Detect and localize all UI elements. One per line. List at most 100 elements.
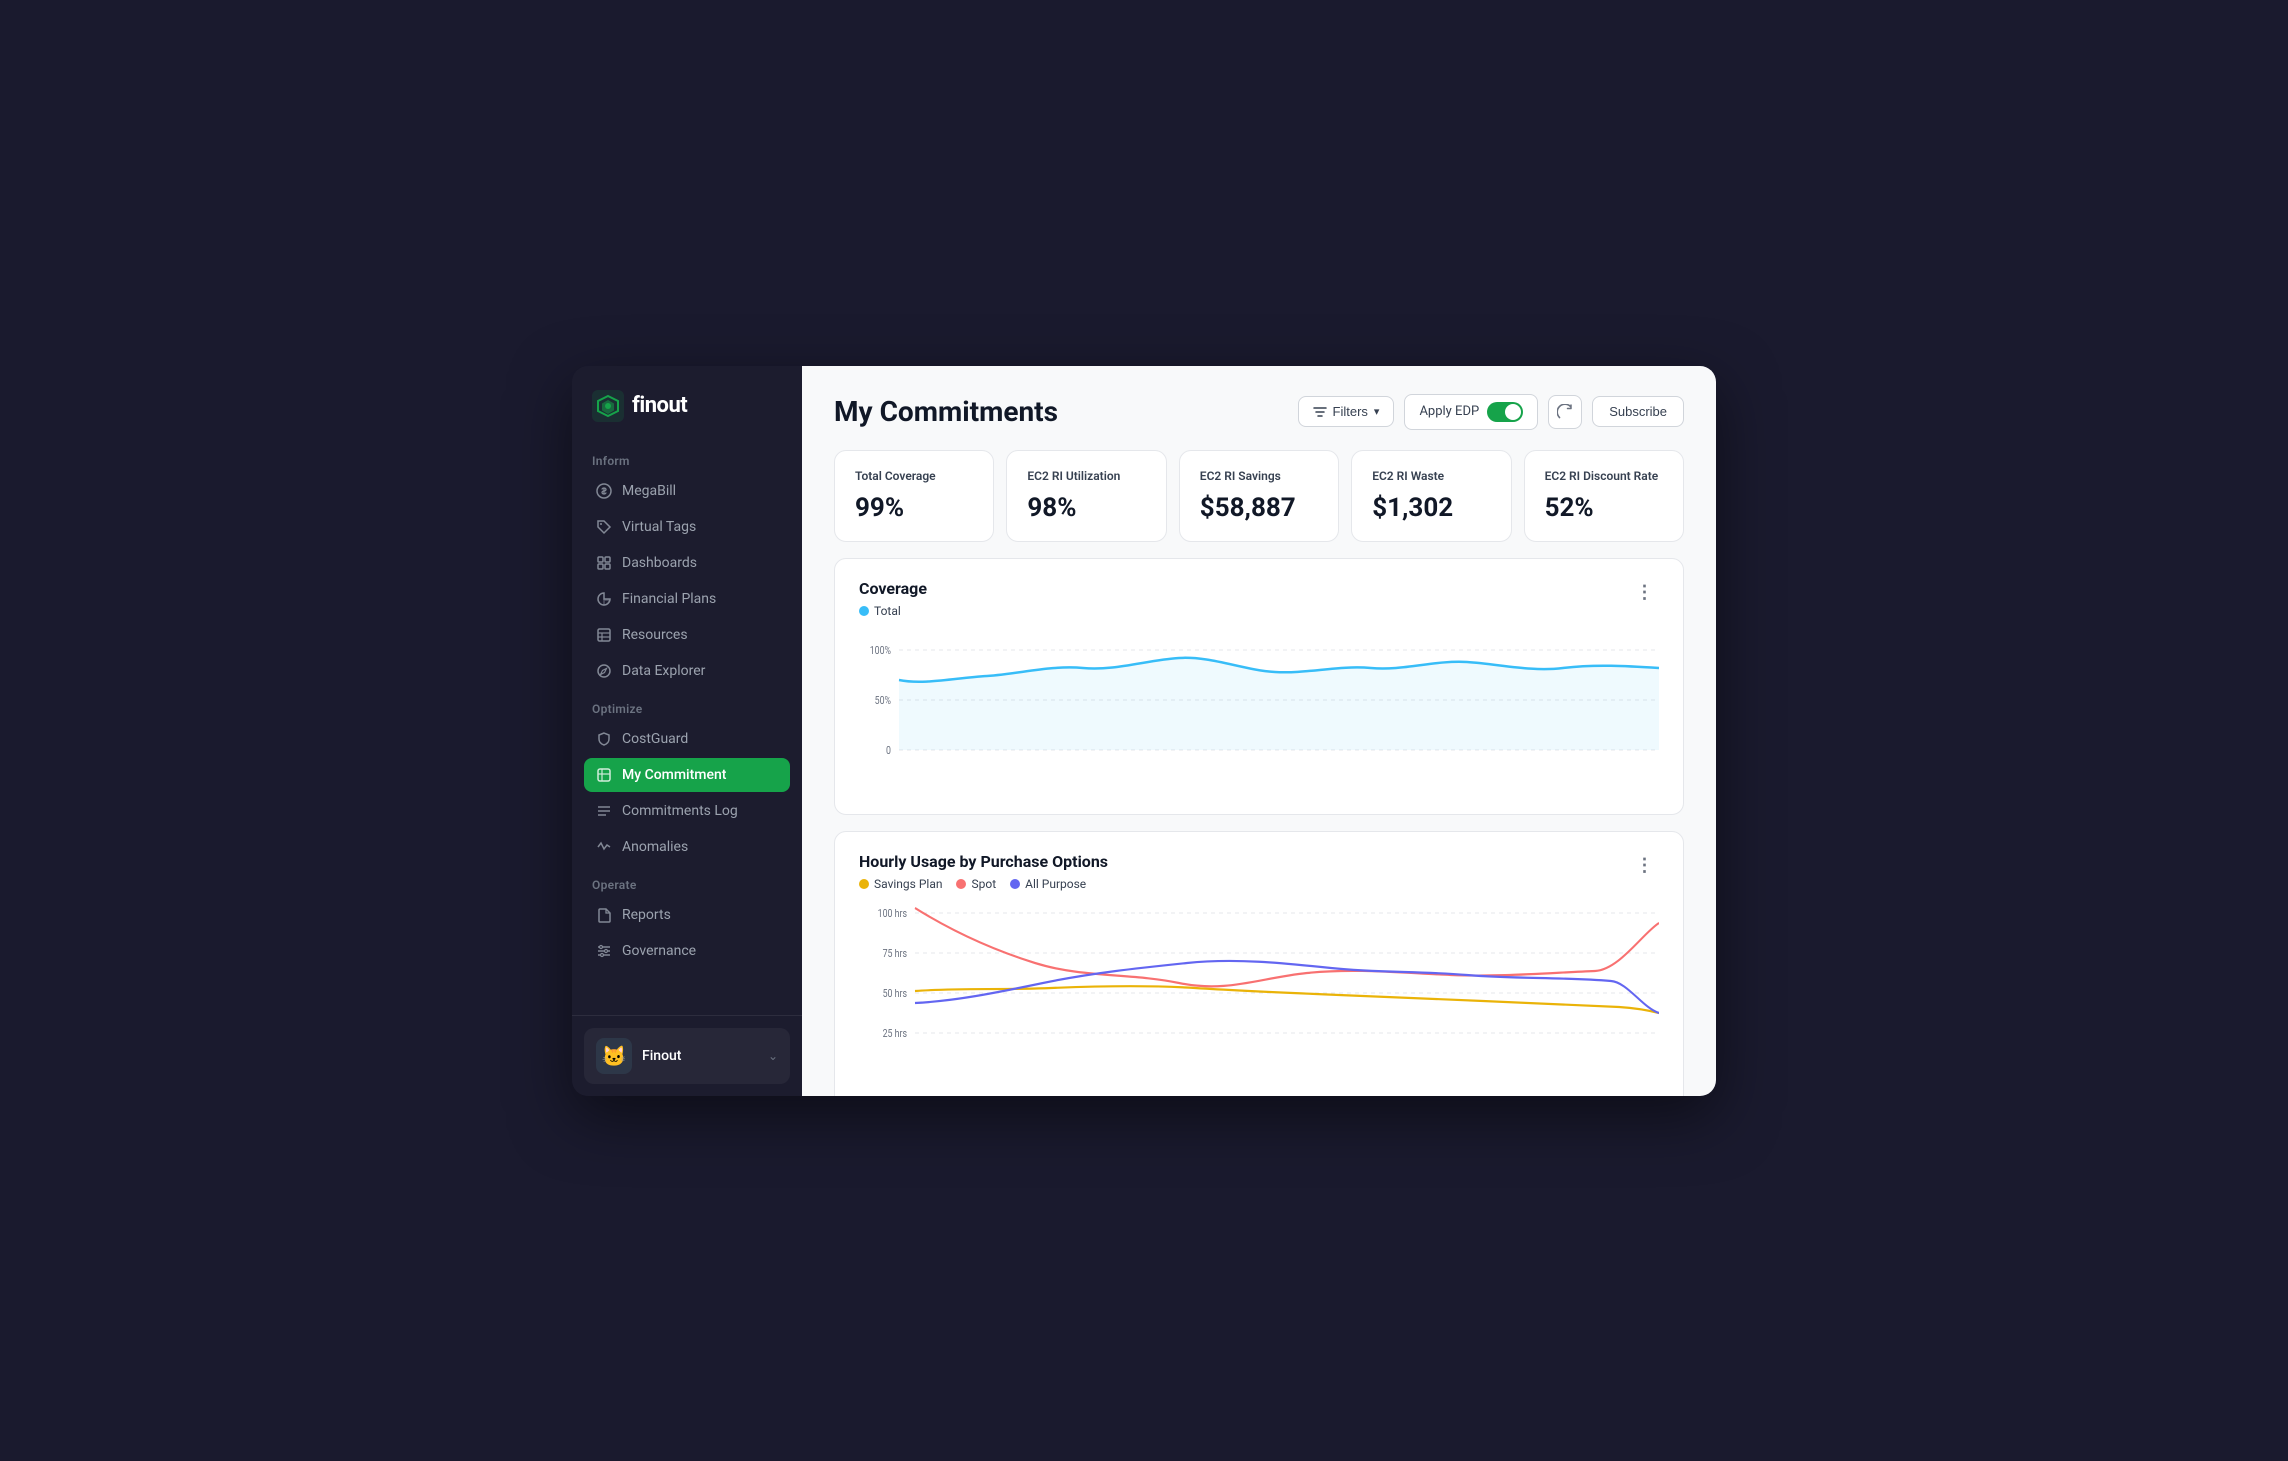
stat-card-ec2-waste: EC2 RI Waste $1,302 bbox=[1351, 450, 1511, 542]
apply-edp-label: Apply EDP bbox=[1419, 404, 1479, 419]
stat-value-2: $58,887 bbox=[1200, 493, 1318, 523]
hourly-usage-chart-legend: Savings Plan Spot All Purpose bbox=[859, 877, 1108, 891]
toggle-knob bbox=[1505, 404, 1521, 420]
stat-value-1: 98% bbox=[1027, 493, 1145, 523]
svg-text:25 hrs: 25 hrs bbox=[883, 1028, 907, 1040]
stats-row: Total Coverage 99% EC2 RI Utilization 98… bbox=[834, 450, 1684, 542]
legend-dot-total bbox=[859, 606, 869, 616]
activity-icon bbox=[596, 839, 612, 855]
compass-icon bbox=[596, 663, 612, 679]
user-card[interactable]: 🐱 Finout ⌄ bbox=[584, 1028, 790, 1084]
coverage-chart-svg: 100% 50% 0 bbox=[859, 630, 1659, 790]
my-commitment-label: My Commitment bbox=[622, 767, 726, 783]
legend-dot-all-purpose bbox=[1010, 879, 1020, 889]
stat-value-0: 99% bbox=[855, 493, 973, 523]
section-label-operate: Operate bbox=[584, 866, 790, 898]
hourly-usage-chart-area: 100 hrs 75 hrs 50 hrs 25 hrs bbox=[859, 903, 1659, 1087]
main-content: My Commitments Filters ▾ Apply EDP bbox=[802, 366, 1716, 1096]
megabill-label: MegaBill bbox=[622, 483, 676, 499]
filter-chevron-icon: ▾ bbox=[1374, 405, 1380, 418]
subscribe-button[interactable]: Subscribe bbox=[1592, 396, 1684, 427]
stat-label-0: Total Coverage bbox=[855, 469, 973, 483]
app-name: finout bbox=[632, 393, 687, 418]
stat-card-total-coverage: Total Coverage 99% bbox=[834, 450, 994, 542]
sidebar-item-data-explorer[interactable]: Data Explorer bbox=[584, 654, 790, 688]
sidebar-item-virtual-tags[interactable]: Virtual Tags bbox=[584, 510, 790, 544]
coverage-chart-card: Coverage Total ⋮ 1 bbox=[834, 558, 1684, 815]
coverage-chart-title: Coverage bbox=[859, 579, 927, 598]
sliders-icon bbox=[596, 943, 612, 959]
finout-logo-icon bbox=[592, 390, 624, 422]
sidebar-item-megabill[interactable]: MegaBill bbox=[584, 474, 790, 508]
stat-value-3: $1,302 bbox=[1372, 493, 1490, 523]
stat-label-4: EC2 RI Discount Rate bbox=[1545, 469, 1663, 483]
stat-value-4: 52% bbox=[1545, 493, 1663, 523]
stat-card-ec2-discount: EC2 RI Discount Rate 52% bbox=[1524, 450, 1684, 542]
stat-label-3: EC2 RI Waste bbox=[1372, 469, 1490, 483]
page-header: My Commitments Filters ▾ Apply EDP bbox=[834, 394, 1684, 430]
commitments-log-label: Commitments Log bbox=[622, 803, 738, 819]
resources-label: Resources bbox=[622, 627, 688, 643]
avatar: 🐱 bbox=[596, 1038, 632, 1074]
legend-dot-spot bbox=[956, 879, 966, 889]
file-icon bbox=[596, 907, 612, 923]
stat-card-ec2-savings: EC2 RI Savings $58,887 bbox=[1179, 450, 1339, 542]
data-explorer-label: Data Explorer bbox=[622, 663, 705, 679]
apply-edp-toggle[interactable] bbox=[1487, 402, 1523, 422]
apply-edp-container: Apply EDP bbox=[1404, 394, 1538, 430]
subscribe-label: Subscribe bbox=[1609, 404, 1667, 419]
filter-label: Filters bbox=[1333, 404, 1368, 419]
legend-label-total: Total bbox=[874, 604, 901, 618]
sidebar-item-resources[interactable]: Resources bbox=[584, 618, 790, 652]
stat-card-ec2-utilization: EC2 RI Utilization 98% bbox=[1006, 450, 1166, 542]
sidebar-item-governance[interactable]: Governance bbox=[584, 934, 790, 968]
virtual-tags-label: Virtual Tags bbox=[622, 519, 696, 535]
sidebar-item-dashboards[interactable]: Dashboards bbox=[584, 546, 790, 580]
sidebar-item-anomalies[interactable]: Anomalies bbox=[584, 830, 790, 864]
legend-label-all-purpose: All Purpose bbox=[1025, 877, 1086, 891]
sidebar-item-commitments-log[interactable]: Commitments Log bbox=[584, 794, 790, 828]
legend-item-spot: Spot bbox=[956, 877, 996, 891]
coverage-chart-legend: Total bbox=[859, 604, 927, 618]
refresh-icon bbox=[1557, 404, 1573, 420]
sidebar-item-reports[interactable]: Reports bbox=[584, 898, 790, 932]
pie-icon bbox=[596, 591, 612, 607]
header-actions: Filters ▾ Apply EDP Subscribe bbox=[1298, 394, 1684, 430]
svg-text:50 hrs: 50 hrs bbox=[883, 988, 907, 1000]
legend-item-total: Total bbox=[859, 604, 901, 618]
legend-label-savings-plan: Savings Plan bbox=[874, 877, 942, 891]
page-title: My Commitments bbox=[834, 395, 1058, 428]
sidebar-footer: 🐱 Finout ⌄ bbox=[572, 1015, 802, 1096]
financial-plans-label: Financial Plans bbox=[622, 591, 716, 607]
svg-text:0: 0 bbox=[886, 745, 891, 757]
svg-text:50%: 50% bbox=[875, 695, 891, 707]
hourly-usage-chart-more-button[interactable]: ⋮ bbox=[1631, 852, 1659, 880]
coverage-chart-more-button[interactable]: ⋮ bbox=[1631, 579, 1659, 607]
legend-dot-savings-plan bbox=[859, 879, 869, 889]
stat-label-2: EC2 RI Savings bbox=[1200, 469, 1318, 483]
costguard-label: CostGuard bbox=[622, 731, 688, 747]
hourly-usage-chart-header: Hourly Usage by Purchase Options Savings… bbox=[859, 852, 1659, 891]
svg-text:75 hrs: 75 hrs bbox=[883, 948, 907, 960]
filter-button[interactable]: Filters ▾ bbox=[1298, 396, 1395, 427]
logo[interactable]: finout bbox=[572, 366, 802, 442]
reports-label: Reports bbox=[622, 907, 671, 923]
coverage-chart-header: Coverage Total ⋮ bbox=[859, 579, 1659, 618]
sidebar-item-my-commitment[interactable]: My Commitment bbox=[584, 758, 790, 792]
chevron-down-icon: ⌄ bbox=[768, 1049, 778, 1063]
sidebar-item-financial-plans[interactable]: Financial Plans bbox=[584, 582, 790, 616]
table-icon bbox=[596, 627, 612, 643]
legend-item-savings-plan: Savings Plan bbox=[859, 877, 942, 891]
hourly-usage-chart-svg: 100 hrs 75 hrs 50 hrs 25 hrs bbox=[859, 903, 1659, 1083]
filter-icon bbox=[1313, 405, 1327, 419]
tag-icon bbox=[596, 519, 612, 535]
legend-item-all-purpose: All Purpose bbox=[1010, 877, 1086, 891]
stat-label-1: EC2 RI Utilization bbox=[1027, 469, 1145, 483]
refresh-button[interactable] bbox=[1548, 395, 1582, 429]
sidebar-item-costguard[interactable]: CostGuard bbox=[584, 722, 790, 756]
anomalies-label: Anomalies bbox=[622, 839, 688, 855]
section-label-inform: Inform bbox=[584, 442, 790, 474]
list-icon bbox=[596, 803, 612, 819]
dollar-circle-icon bbox=[596, 483, 612, 499]
dashboards-label: Dashboards bbox=[622, 555, 697, 571]
